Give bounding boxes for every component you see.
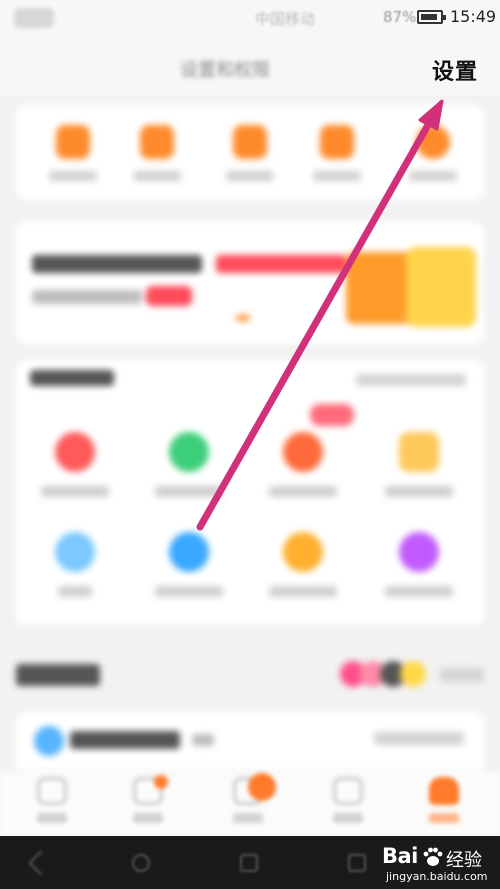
promo-headline: [32, 255, 202, 273]
recommend-title: [70, 731, 180, 749]
tool-label: [155, 486, 223, 497]
quick-action-label: [133, 171, 181, 181]
tool-label: [385, 486, 453, 497]
more-services-icon: [399, 532, 439, 572]
tool-label: [41, 486, 109, 497]
tool-item[interactable]: [374, 432, 464, 497]
tool-item[interactable]: [374, 532, 464, 597]
redpacket-icon: [416, 125, 450, 159]
settings-icon: [55, 532, 95, 572]
tools-title: [30, 370, 114, 386]
tool-item[interactable]: [144, 432, 234, 497]
avatar: [400, 661, 426, 687]
quick-action-orders[interactable]: [38, 125, 108, 181]
coupon-icon: [320, 125, 354, 159]
tool-item[interactable]: [30, 532, 120, 597]
tool-label: [58, 586, 92, 597]
tools-more-link[interactable]: [356, 374, 466, 386]
paw-icon: [423, 847, 443, 866]
tab-recommend[interactable]: [118, 775, 178, 823]
tools-card: [16, 360, 484, 625]
back-icon[interactable]: [28, 850, 54, 876]
tab-label: [429, 813, 459, 823]
quick-action-label: [49, 171, 97, 181]
notification-icon[interactable]: [348, 854, 366, 872]
recommend-tag: [192, 734, 214, 746]
tool-item[interactable]: [258, 404, 354, 497]
history-icon: [233, 125, 267, 159]
section-more-link[interactable]: [440, 668, 484, 682]
section-avatars: [340, 661, 430, 687]
tab-label: [233, 813, 263, 823]
promo-image-secondary: [406, 247, 476, 327]
profile-icon: [429, 777, 459, 805]
tab-label: [37, 813, 67, 823]
tool-item[interactable]: [258, 532, 348, 597]
tool-label: [155, 586, 223, 597]
section-title: [16, 664, 100, 686]
cart-icon: [333, 777, 363, 805]
quick-action-history[interactable]: [215, 125, 285, 181]
rewards-icon: [283, 532, 323, 572]
watermark-suffix: 经验: [446, 850, 482, 871]
watermark-url: jingyan.baidu.com: [386, 870, 488, 883]
tab-home[interactable]: [22, 777, 82, 823]
tool-label: [385, 586, 453, 597]
battery-percent: 87%: [383, 8, 417, 26]
new-badge: [310, 404, 354, 426]
promo-tag[interactable]: [146, 286, 192, 306]
quick-action-label: [313, 171, 361, 181]
promo-highlight: [216, 255, 346, 273]
baidu-jingyan-watermark: Bai 经验 jingyan.baidu.com: [382, 843, 494, 885]
message-icon: [169, 532, 209, 572]
recommend-icon: [34, 726, 64, 756]
quick-actions-card: [16, 105, 484, 200]
wallet-icon: [399, 432, 439, 472]
tab-label: [333, 813, 363, 823]
promo-banner[interactable]: [16, 222, 484, 344]
service-icon: [169, 432, 209, 472]
home-icon: [37, 777, 67, 805]
tab-me[interactable]: [414, 777, 474, 823]
quick-action-favorites[interactable]: [122, 125, 192, 181]
tool-label: [269, 586, 337, 597]
quick-action-label: [226, 171, 274, 181]
battery-icon: [417, 10, 446, 24]
clock: 15:49: [450, 7, 497, 26]
mini-program-icon: [55, 432, 95, 472]
recommend-more-link[interactable]: [374, 732, 464, 745]
carrier-label: 中国移动: [255, 10, 316, 28]
tool-item[interactable]: [30, 432, 120, 497]
unread-badge: [248, 773, 276, 801]
recent-apps-icon[interactable]: [240, 854, 258, 872]
orders-icon: [56, 125, 90, 159]
watermark-brand: Bai: [382, 844, 418, 868]
tab-label: [133, 813, 163, 823]
home-button-icon[interactable]: [132, 854, 150, 872]
tab-messages[interactable]: [218, 773, 278, 823]
quick-action-coupons[interactable]: [302, 125, 372, 181]
page-header: 设置和权限 设置: [0, 36, 500, 96]
tab-cart[interactable]: [318, 777, 378, 823]
page-title: 设置和权限: [180, 60, 270, 81]
tool-item[interactable]: [144, 532, 234, 597]
settings-button[interactable]: 设置: [432, 54, 478, 86]
quick-action-redpacket[interactable]: [398, 125, 468, 181]
notification-dot: [154, 775, 168, 789]
favorites-icon: [140, 125, 174, 159]
bottom-tab-bar: [0, 770, 500, 836]
status-bar: 中国移动 87% 15:49: [0, 0, 500, 36]
carousel-indicator: [236, 315, 250, 321]
activity-icon: [283, 432, 323, 472]
quick-action-label: [409, 171, 457, 181]
promo-subline: [32, 290, 142, 304]
tool-label: [269, 486, 337, 497]
menu-icon: [14, 8, 54, 28]
